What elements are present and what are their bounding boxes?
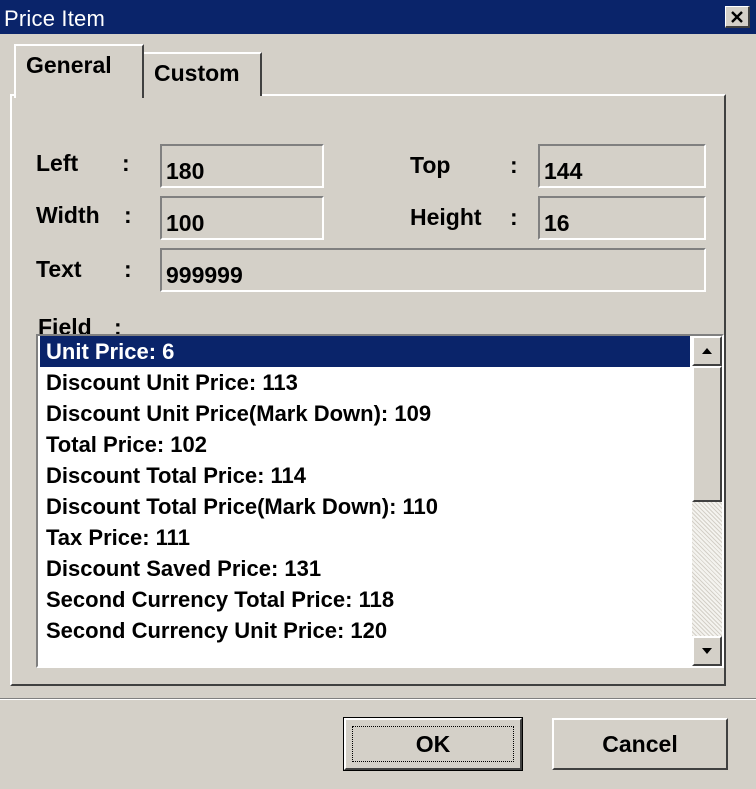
- cancel-button[interactable]: Cancel: [552, 718, 728, 770]
- tab-general-label: General: [26, 52, 112, 78]
- tab-custom-label: Custom: [154, 60, 240, 86]
- tab-general[interactable]: General: [14, 44, 144, 98]
- window-title: Price Item: [4, 6, 106, 31]
- button-divider: [0, 698, 756, 700]
- ok-focus-rect: [352, 726, 514, 762]
- close-icon: [731, 10, 743, 23]
- ok-button[interactable]: OK: [343, 717, 523, 771]
- tab-custom[interactable]: Custom: [142, 52, 262, 96]
- cancel-button-label: Cancel: [602, 730, 678, 757]
- title-bar: Price Item: [0, 0, 756, 34]
- general-tab-panel: [10, 94, 726, 686]
- close-button[interactable]: [725, 6, 750, 28]
